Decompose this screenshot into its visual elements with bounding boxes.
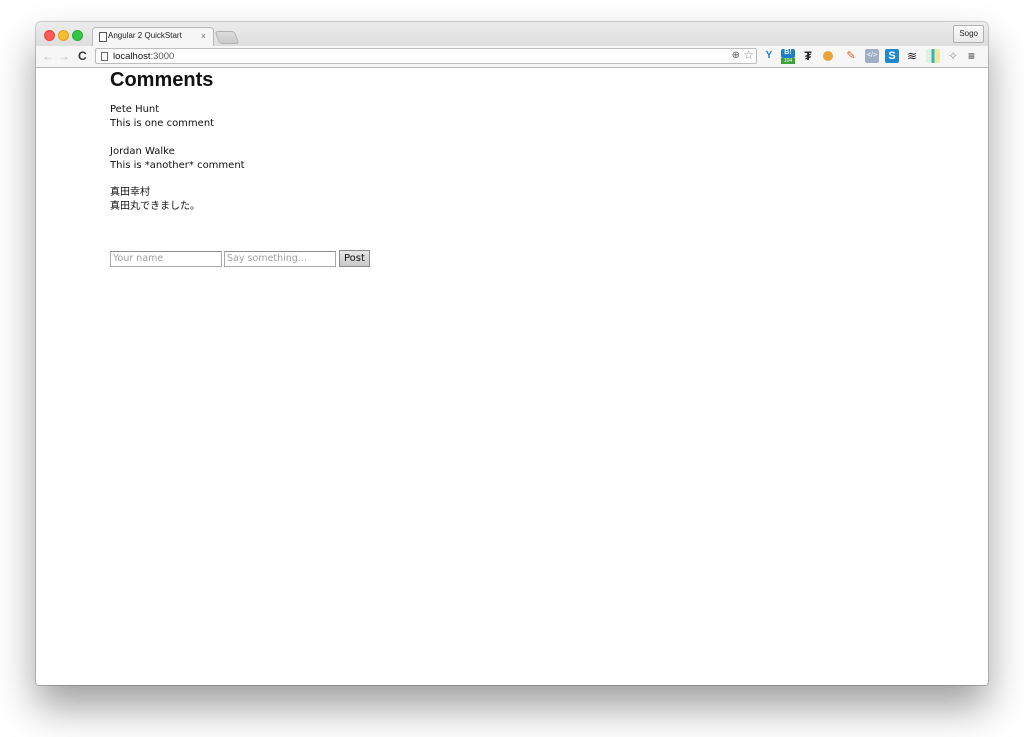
comment-author: Pete Hunt [110, 104, 160, 115]
comment-form: Post [110, 250, 370, 267]
address-bar[interactable]: localhost:3000 ⊕ ☆ [95, 48, 757, 64]
bookmark-star-icon[interactable]: ☆ [743, 48, 754, 62]
forward-arrow-icon[interactable]: → [58, 49, 70, 63]
url-host: localhost [113, 51, 151, 62]
traffic-light-icon[interactable]: ₮ [801, 49, 815, 63]
page-title: Comments [110, 69, 214, 91]
comment-author: Jordan Walke [110, 146, 175, 157]
menu-hamburger-icon[interactable]: ≡ [968, 48, 975, 64]
tab-title: Angular 2 QuickStart [108, 31, 182, 40]
post-button[interactable]: Post [339, 250, 370, 267]
page-content: Comments Pete Hunt This is one comment J… [36, 68, 988, 685]
jquery-icon[interactable]: ≋ [905, 49, 919, 63]
page-icon [101, 52, 108, 61]
browser-toolbar: ← → C localhost:3000 ⊕ ☆ Y B! 104 ₮ ✎ </… [36, 46, 988, 68]
title-bar: Angular 2 QuickStart × Sogo [36, 22, 988, 46]
comment-text: This is *another* comment [110, 160, 245, 171]
comment-text: This is one comment [110, 118, 215, 129]
zoom-icon[interactable]: ⊕ [732, 49, 740, 63]
code-viewer-icon[interactable]: </> [865, 49, 879, 63]
window-close-button[interactable] [44, 30, 55, 41]
url-text[interactable]: localhost:3000 [113, 50, 174, 63]
page-icon [99, 32, 107, 42]
cookie-icon[interactable] [823, 51, 833, 61]
puzzle-icon[interactable]: ✧ [946, 49, 960, 63]
comment-item: Pete Hunt This is one comment [110, 103, 214, 131]
comment-item: 真田幸村 真田丸できました。 [110, 186, 200, 214]
url-port: :3000 [150, 51, 175, 62]
hatena-bookmark-icon[interactable]: B! [781, 49, 795, 58]
window-minimize-button[interactable] [58, 30, 69, 41]
comment-item: Jordan Walke This is *another* comment [110, 145, 245, 173]
back-arrow-icon[interactable]: ← [42, 49, 54, 63]
pencil-icon[interactable]: ✎ [844, 49, 858, 63]
browser-tab[interactable]: Angular 2 QuickStart × [92, 27, 214, 46]
browser-window: Angular 2 QuickStart × Sogo ← → C localh… [36, 22, 988, 685]
comment-author: 真田幸村 [110, 187, 150, 198]
reload-icon[interactable]: C [78, 49, 87, 63]
profile-button[interactable]: Sogo [953, 25, 984, 43]
author-name-input[interactable] [110, 250, 222, 267]
new-tab-button[interactable] [214, 31, 240, 44]
map-extension-icon[interactable] [926, 49, 940, 63]
comment-text-input[interactable] [224, 250, 336, 267]
vue-devtools-icon[interactable]: Y [762, 49, 776, 63]
hatena-badge: 104 [781, 58, 795, 64]
comment-text: 真田丸できました。 [110, 201, 200, 212]
s-extension-icon[interactable]: S [885, 49, 899, 63]
window-maximize-button[interactable] [72, 30, 83, 41]
tab-close-icon[interactable]: × [201, 30, 206, 42]
